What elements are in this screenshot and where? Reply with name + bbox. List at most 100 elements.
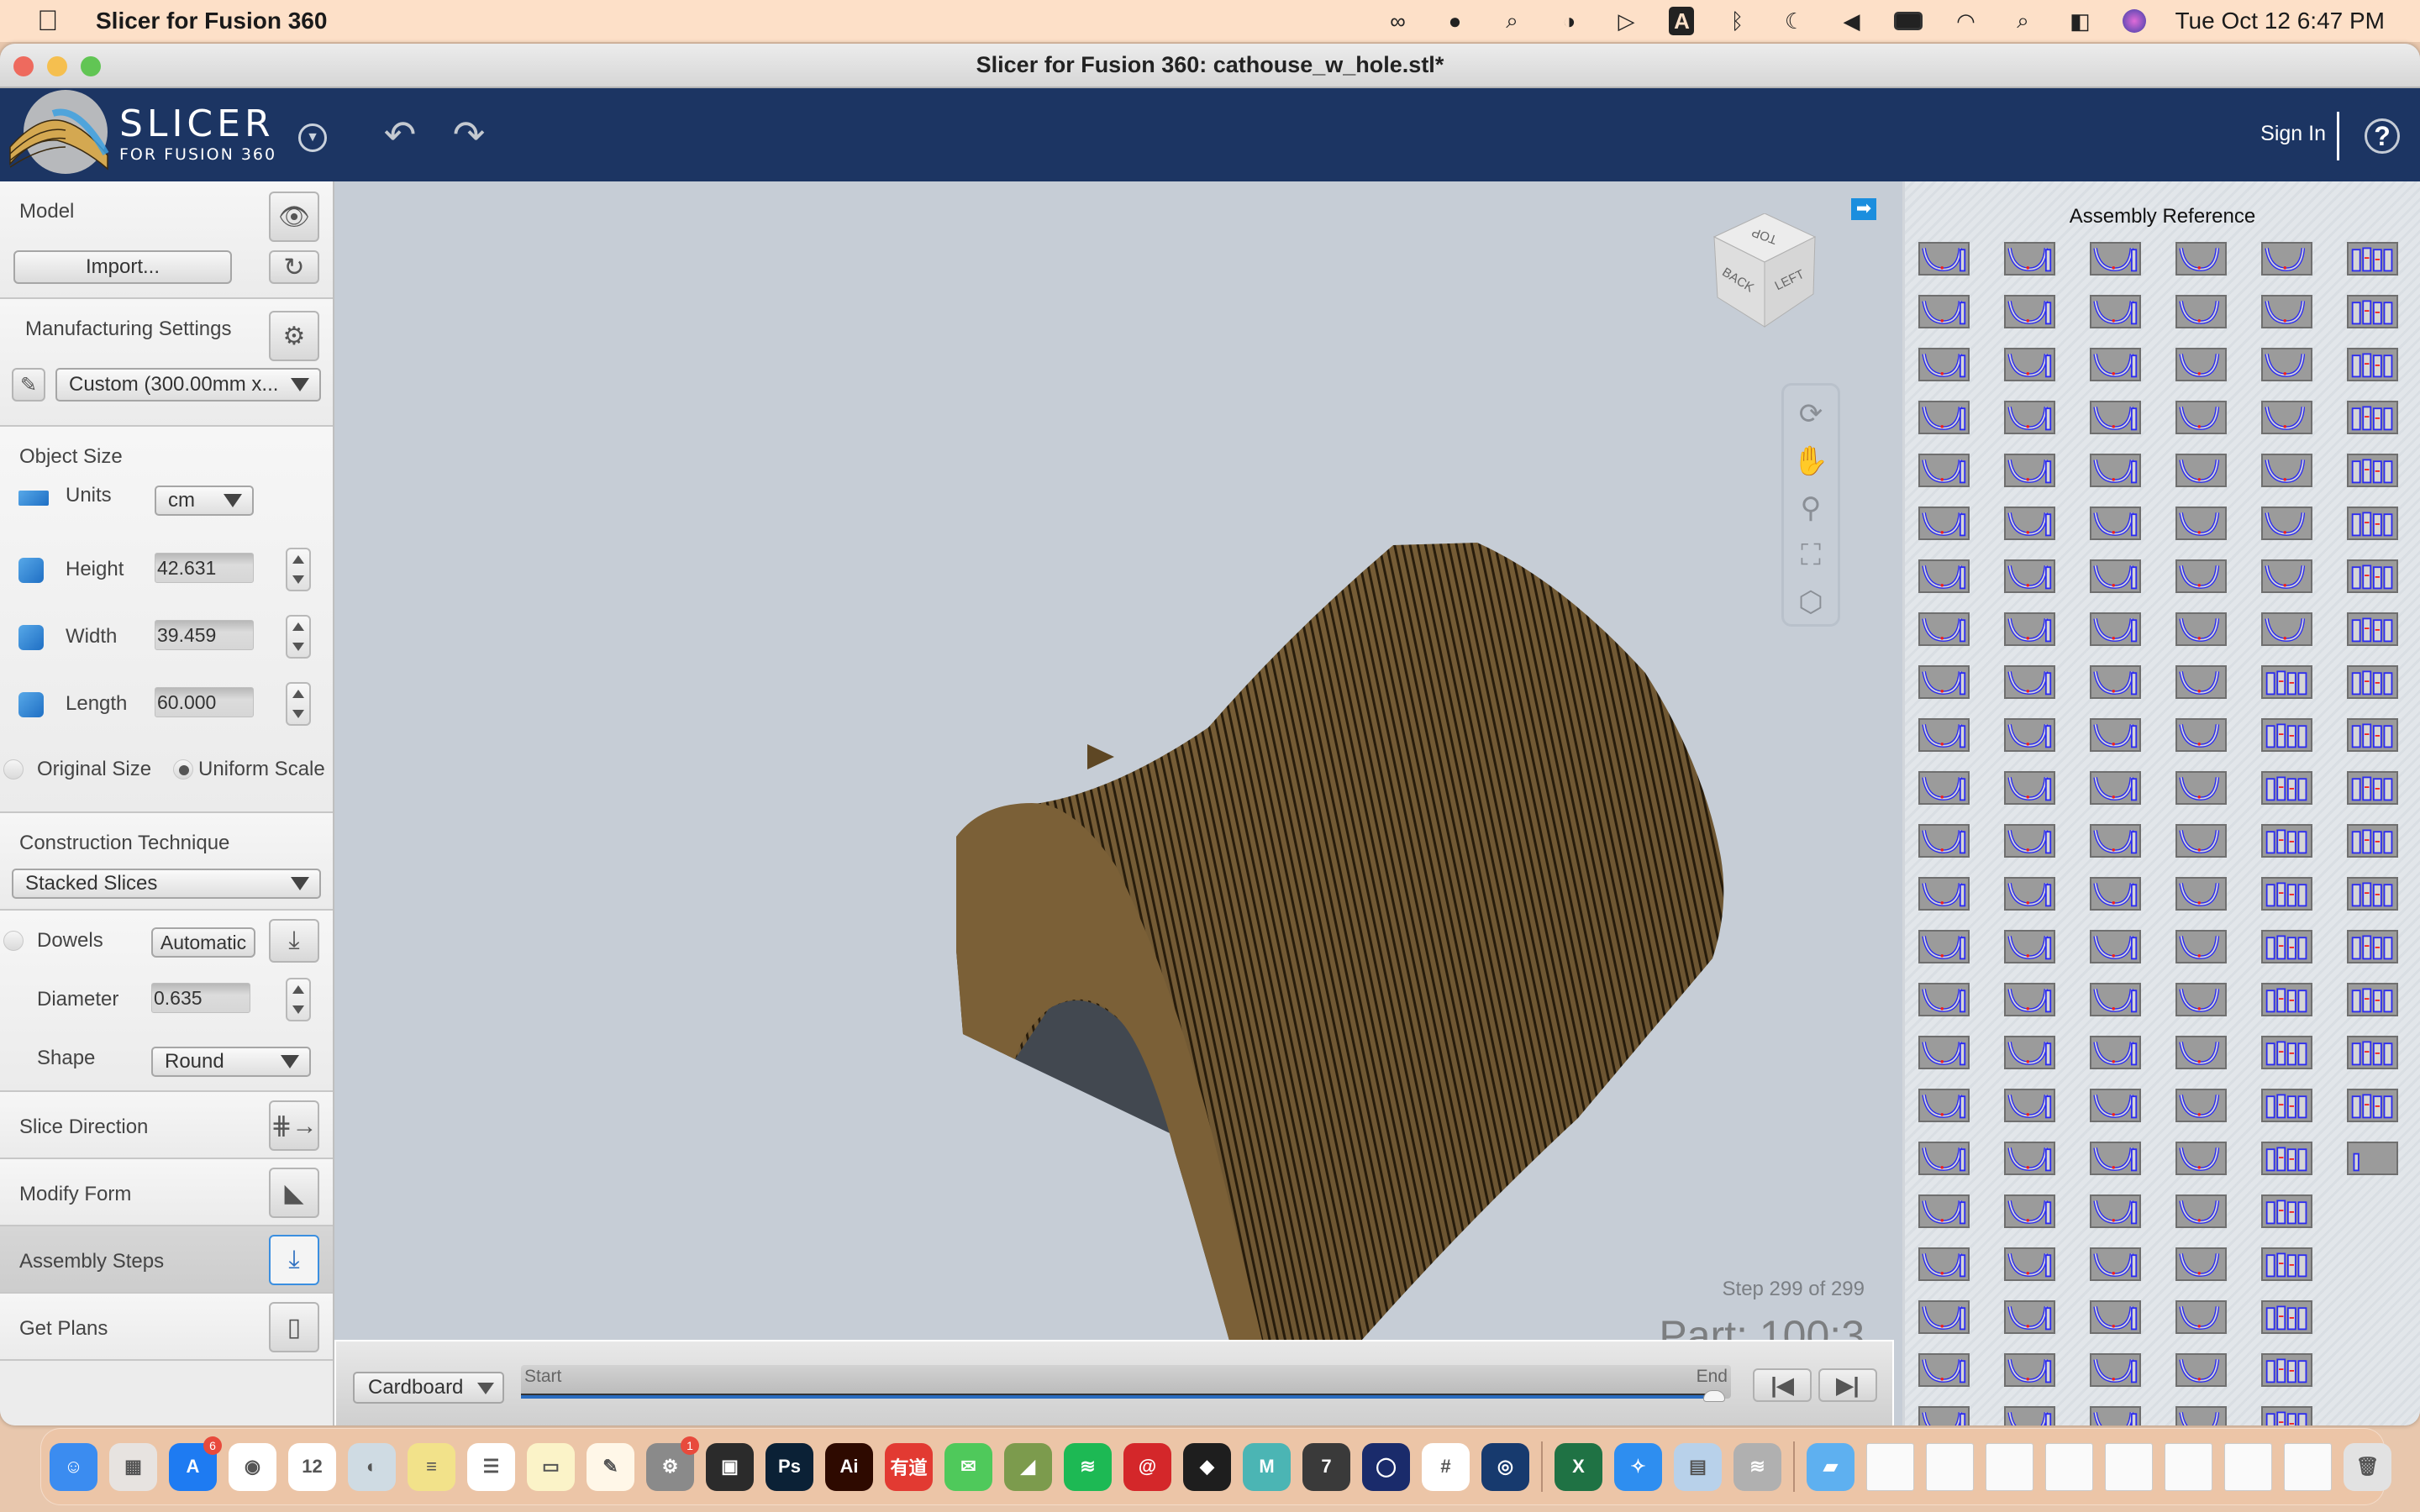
assembly-reference-thumbnail[interactable] — [2004, 401, 2055, 434]
assembly-reference-thumbnail[interactable] — [2090, 454, 2141, 487]
dock-recent-window[interactable] — [2165, 1442, 2212, 1491]
width-stepper[interactable] — [286, 615, 311, 659]
assembly-reference-thumbnail[interactable] — [2261, 348, 2312, 381]
undo-icon[interactable]: ↶ — [375, 113, 425, 155]
increment-icon[interactable] — [292, 555, 304, 564]
assembly-reference-thumbnail[interactable] — [2347, 1142, 2398, 1175]
assembly-reference-thumbnail[interactable] — [2261, 1036, 2312, 1069]
nav-modify-form[interactable]: Modify Form ◣ — [0, 1159, 333, 1226]
screenshot-icon[interactable]: ⌕ — [1497, 7, 1526, 35]
assembly-reference-thumbnail[interactable] — [2347, 559, 2398, 593]
assembly-reference-thumbnail[interactable] — [2090, 983, 2141, 1016]
reload-icon[interactable]: ↻ — [269, 250, 319, 284]
battery-icon[interactable] — [1894, 7, 1923, 35]
pan-hand-icon[interactable]: ✋ — [1784, 438, 1838, 485]
assembly-reference-thumbnail[interactable] — [1918, 401, 1970, 434]
assembly-reference-thumbnail[interactable] — [2175, 454, 2227, 487]
dock-app-network-radar[interactable]: ◐ — [348, 1442, 396, 1491]
play-icon[interactable]: ▷ — [1612, 7, 1640, 35]
spotlight-search-icon[interactable]: ⌕ — [2008, 7, 2037, 35]
assembly-reference-thumbnail[interactable] — [2175, 401, 2227, 434]
assembly-reference-thumbnail[interactable] — [1918, 507, 1970, 540]
settings-gear-icon[interactable]: ⚙ — [269, 311, 319, 361]
assembly-reference-thumbnail[interactable] — [2347, 507, 2398, 540]
assembly-reference-thumbnail[interactable] — [2347, 612, 2398, 646]
assembly-reference-thumbnail[interactable] — [2175, 665, 2227, 699]
assembly-reference-thumbnail[interactable] — [1918, 824, 1970, 858]
assembly-reference-thumbnail[interactable] — [2090, 771, 2141, 805]
assembly-reference-thumbnail[interactable] — [2090, 612, 2141, 646]
zoom-magnifier-icon[interactable]: ⚲ — [1784, 485, 1838, 532]
expand-panel-arrow-icon[interactable]: ➡ — [1851, 198, 1876, 220]
assembly-reference-thumbnail[interactable] — [1918, 1036, 1970, 1069]
dock-app-downloads[interactable]: ▰ — [1807, 1442, 1854, 1491]
assembly-reference-thumbnail[interactable] — [2175, 1353, 2227, 1387]
length-stepper[interactable] — [286, 682, 311, 726]
assembly-reference-thumbnail[interactable] — [2175, 983, 2227, 1016]
assembly-reference-thumbnail[interactable] — [2090, 295, 2141, 328]
app-menu-dropdown-icon[interactable]: ▼ — [298, 123, 327, 152]
assembly-reference-thumbnail[interactable] — [2347, 877, 2398, 911]
dock-recent-window[interactable] — [2284, 1442, 2332, 1491]
dock-app-wechat[interactable]: ✉ — [944, 1442, 992, 1491]
decrement-icon[interactable] — [292, 575, 304, 584]
assembly-reference-thumbnail[interactable] — [2004, 454, 2055, 487]
assembly-reference-thumbnail[interactable] — [2175, 507, 2227, 540]
focus-moon-icon[interactable]: ☾ — [1780, 7, 1808, 35]
wifi-icon[interactable]: ◠ — [1951, 7, 1980, 35]
viewcube[interactable]: TOP BACK LEFT — [1706, 213, 1832, 331]
assembly-reference-thumbnail[interactable] — [1918, 454, 1970, 487]
assembly-reference-thumbnail[interactable] — [2175, 1406, 2227, 1425]
assembly-reference-thumbnail[interactable] — [2261, 718, 2312, 752]
assembly-reference-thumbnail[interactable] — [2004, 824, 2055, 858]
assembly-reference-thumbnail[interactable] — [2261, 771, 2312, 805]
dock-app-rhino[interactable]: ◢ — [1004, 1442, 1052, 1491]
assembly-reference-thumbnail[interactable] — [1918, 1089, 1970, 1122]
assembly-reference-thumbnail[interactable] — [1918, 295, 1970, 328]
assembly-reference-thumbnail[interactable] — [2175, 242, 2227, 276]
assembly-reference-thumbnail[interactable] — [2261, 401, 2312, 434]
sign-in-link[interactable]: Sign In — [2260, 122, 2326, 146]
modify-form-icon[interactable]: ◣ — [269, 1168, 319, 1218]
assembly-reference-thumbnail[interactable] — [2261, 1247, 2312, 1281]
assembly-reference-thumbnail[interactable] — [2261, 559, 2312, 593]
assembly-reference-thumbnail[interactable] — [2004, 1406, 2055, 1425]
assembly-reference-thumbnail[interactable] — [2261, 983, 2312, 1016]
assembly-reference-thumbnail[interactable] — [2004, 242, 2055, 276]
assembly-reference-thumbnail[interactable] — [2261, 1300, 2312, 1334]
dock-app-maya[interactable]: M — [1243, 1442, 1291, 1491]
next-step-icon[interactable]: ▶| — [1818, 1368, 1877, 1402]
dock-recent-window[interactable] — [2224, 1442, 2272, 1491]
dock-app-system-preferences[interactable]: ⚙ 1 — [646, 1436, 699, 1491]
assembly-reference-thumbnail[interactable] — [2175, 612, 2227, 646]
close-window-button[interactable] — [13, 56, 34, 76]
assembly-reference-thumbnail[interactable] — [1918, 1300, 1970, 1334]
decrement-icon[interactable] — [292, 710, 304, 718]
increment-icon[interactable] — [292, 622, 304, 631]
assembly-reference-thumbnail[interactable] — [2004, 1247, 2055, 1281]
dock-recent-window[interactable] — [1926, 1442, 1974, 1491]
units-select[interactable]: cm — [155, 486, 254, 516]
uniform-scale-radio[interactable] — [173, 759, 193, 780]
bluetooth-icon[interactable]: ᛒ — [1723, 7, 1751, 35]
nav-assembly-steps[interactable]: Assembly Steps ⤓ — [0, 1226, 333, 1294]
machine-preset-select[interactable]: Custom (300.00mm x... — [55, 368, 321, 402]
dock-app-illustrator[interactable]: Ai — [825, 1442, 873, 1491]
dock-app-steam[interactable]: ◎ — [1481, 1442, 1529, 1491]
assembly-reference-thumbnail[interactable] — [2347, 1089, 2398, 1122]
siri-icon[interactable] — [2123, 9, 2147, 33]
dock-app-photoshop[interactable]: Ps — [765, 1442, 813, 1491]
assembly-reference-thumbnail[interactable] — [1918, 348, 1970, 381]
orbit-icon[interactable]: ⟳ — [1784, 391, 1838, 438]
assembly-reference-thumbnail[interactable] — [2004, 665, 2055, 699]
assembly-reference-thumbnail[interactable] — [1918, 1406, 1970, 1425]
timeline-thumb[interactable] — [1703, 1390, 1725, 1402]
window-titlebar[interactable]: Slicer for Fusion 360: cathouse_w_hole.s… — [0, 44, 2420, 88]
dock-app-stickies[interactable]: ≡ — [408, 1442, 455, 1491]
dock-app-finder[interactable]: ☺ — [50, 1442, 97, 1491]
assembly-reference-thumbnail[interactable] — [2090, 1194, 2141, 1228]
assembly-reference-thumbnail[interactable] — [2175, 1142, 2227, 1175]
assembly-reference-thumbnail[interactable] — [2347, 718, 2398, 752]
dock-app-spotify[interactable]: ≋ — [1064, 1442, 1112, 1491]
construction-technique-select[interactable]: Stacked Slices — [12, 869, 321, 899]
